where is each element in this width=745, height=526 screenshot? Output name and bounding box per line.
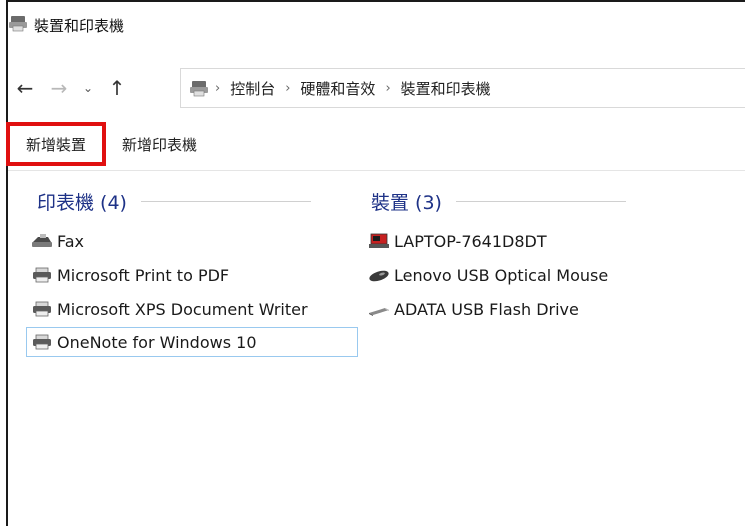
breadcrumb-separator[interactable]: › bbox=[379, 81, 396, 96]
device-item-onenote-for-windows-10[interactable]: OneNote for Windows 10 bbox=[26, 327, 358, 357]
devices-group-title: 裝置 (3) bbox=[371, 192, 442, 214]
breadcrumb-separator[interactable]: › bbox=[209, 81, 226, 96]
printer-icon bbox=[31, 266, 53, 284]
control-panel-icon bbox=[189, 79, 209, 97]
device-item-microsoft-print-to-pdf[interactable]: Microsoft Print to PDF bbox=[31, 260, 229, 290]
forward-button[interactable]: → bbox=[42, 71, 76, 105]
chevron-down-icon: ⌄ bbox=[82, 81, 94, 95]
up-button[interactable]: ↑ bbox=[100, 71, 134, 105]
usb-drive-icon bbox=[368, 300, 390, 318]
window-title: 裝置和印表機 bbox=[34, 16, 125, 35]
device-item-microsoft-xps-document-writer[interactable]: Microsoft XPS Document Writer bbox=[31, 294, 308, 324]
fax-icon bbox=[31, 232, 53, 250]
recent-locations-button[interactable]: ⌄ bbox=[76, 71, 100, 105]
navigation-bar: ← → ⌄ ↑ › 控制台 › 硬體和音效 › 裝置和印表機 bbox=[8, 68, 745, 108]
laptop-icon bbox=[368, 232, 390, 250]
breadcrumb-control-panel[interactable]: 控制台 bbox=[226, 78, 279, 99]
device-label: OneNote for Windows 10 bbox=[57, 332, 257, 352]
address-bar[interactable]: › 控制台 › 硬體和音效 › 裝置和印表機 bbox=[180, 68, 745, 108]
device-label: LAPTOP-7641D8DT bbox=[394, 231, 547, 251]
printer-icon bbox=[31, 333, 53, 351]
device-item-fax[interactable]: Fax bbox=[31, 226, 84, 256]
device-item-adata-usb-flash-drive[interactable]: ADATA USB Flash Drive bbox=[368, 294, 579, 324]
printers-group-header[interactable]: 印表機 (4) bbox=[37, 188, 311, 215]
add-printer-button[interactable]: 新增印表機 bbox=[106, 122, 213, 166]
up-arrow-icon: ↑ bbox=[108, 76, 126, 100]
device-item-laptop[interactable]: LAPTOP-7641D8DT bbox=[368, 226, 547, 256]
add-device-button[interactable]: 新增裝置 bbox=[6, 122, 107, 166]
breadcrumb-separator[interactable]: › bbox=[279, 81, 296, 96]
device-label: Fax bbox=[57, 231, 85, 251]
group-divider bbox=[140, 201, 311, 202]
command-bar: 新增裝置 新增印表機 bbox=[6, 120, 745, 168]
back-button[interactable]: ← bbox=[8, 71, 42, 105]
command-bar-divider bbox=[8, 170, 745, 171]
printer-icon bbox=[31, 300, 53, 318]
devices-group-header[interactable]: 裝置 (3) bbox=[371, 188, 626, 215]
breadcrumb-hardware-sound[interactable]: 硬體和音效 bbox=[296, 78, 379, 99]
back-arrow-icon: ← bbox=[16, 76, 34, 100]
printers-group-title: 印表機 (4) bbox=[37, 192, 127, 214]
breadcrumb-devices-printers[interactable]: 裝置和印表機 bbox=[397, 78, 495, 99]
forward-arrow-icon: → bbox=[50, 76, 68, 100]
group-divider bbox=[455, 201, 626, 202]
title-bar: 裝置和印表機 bbox=[8, 10, 124, 40]
device-label: Microsoft XPS Document Writer bbox=[57, 299, 308, 319]
device-item-lenovo-usb-optical-mouse[interactable]: Lenovo USB Optical Mouse bbox=[368, 260, 608, 290]
device-label: ADATA USB Flash Drive bbox=[394, 299, 579, 319]
mouse-icon bbox=[368, 266, 390, 284]
device-label: Microsoft Print to PDF bbox=[57, 265, 230, 285]
device-label: Lenovo USB Optical Mouse bbox=[394, 265, 609, 285]
devices-printers-icon bbox=[8, 14, 28, 36]
